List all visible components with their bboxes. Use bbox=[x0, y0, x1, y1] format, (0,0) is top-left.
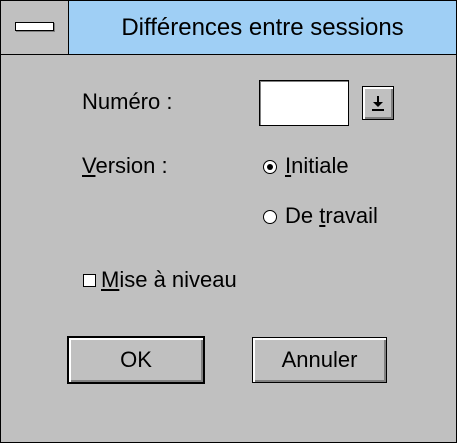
numero-input[interactable] bbox=[259, 80, 349, 126]
ok-button[interactable]: OK bbox=[67, 336, 205, 384]
version-label: Version : bbox=[82, 153, 168, 178]
mise-a-niveau-label[interactable]: Mise à niveau bbox=[101, 267, 237, 293]
cancel-button[interactable]: Annuler bbox=[252, 337, 387, 383]
system-menu-bar bbox=[15, 22, 54, 31]
system-menu-icon[interactable] bbox=[1, 1, 69, 54]
radio-selected-dot bbox=[267, 164, 273, 170]
dialog-window: Différences entre sessions Numéro : Vers… bbox=[0, 0, 457, 443]
title-bar[interactable]: Différences entre sessions bbox=[1, 1, 456, 55]
window-title: Différences entre sessions bbox=[121, 14, 404, 41]
mise-a-niveau-checkbox[interactable] bbox=[83, 274, 96, 287]
radio-de-travail-label[interactable]: De travail bbox=[285, 203, 378, 229]
radio-initiale-label[interactable]: Initiale bbox=[285, 153, 349, 179]
radio-initiale[interactable] bbox=[263, 160, 277, 174]
arrow-down-icon bbox=[372, 96, 384, 111]
dropdown-button[interactable] bbox=[362, 86, 394, 120]
numero-label: Numéro : bbox=[82, 89, 173, 114]
radio-de-travail[interactable] bbox=[263, 210, 277, 224]
